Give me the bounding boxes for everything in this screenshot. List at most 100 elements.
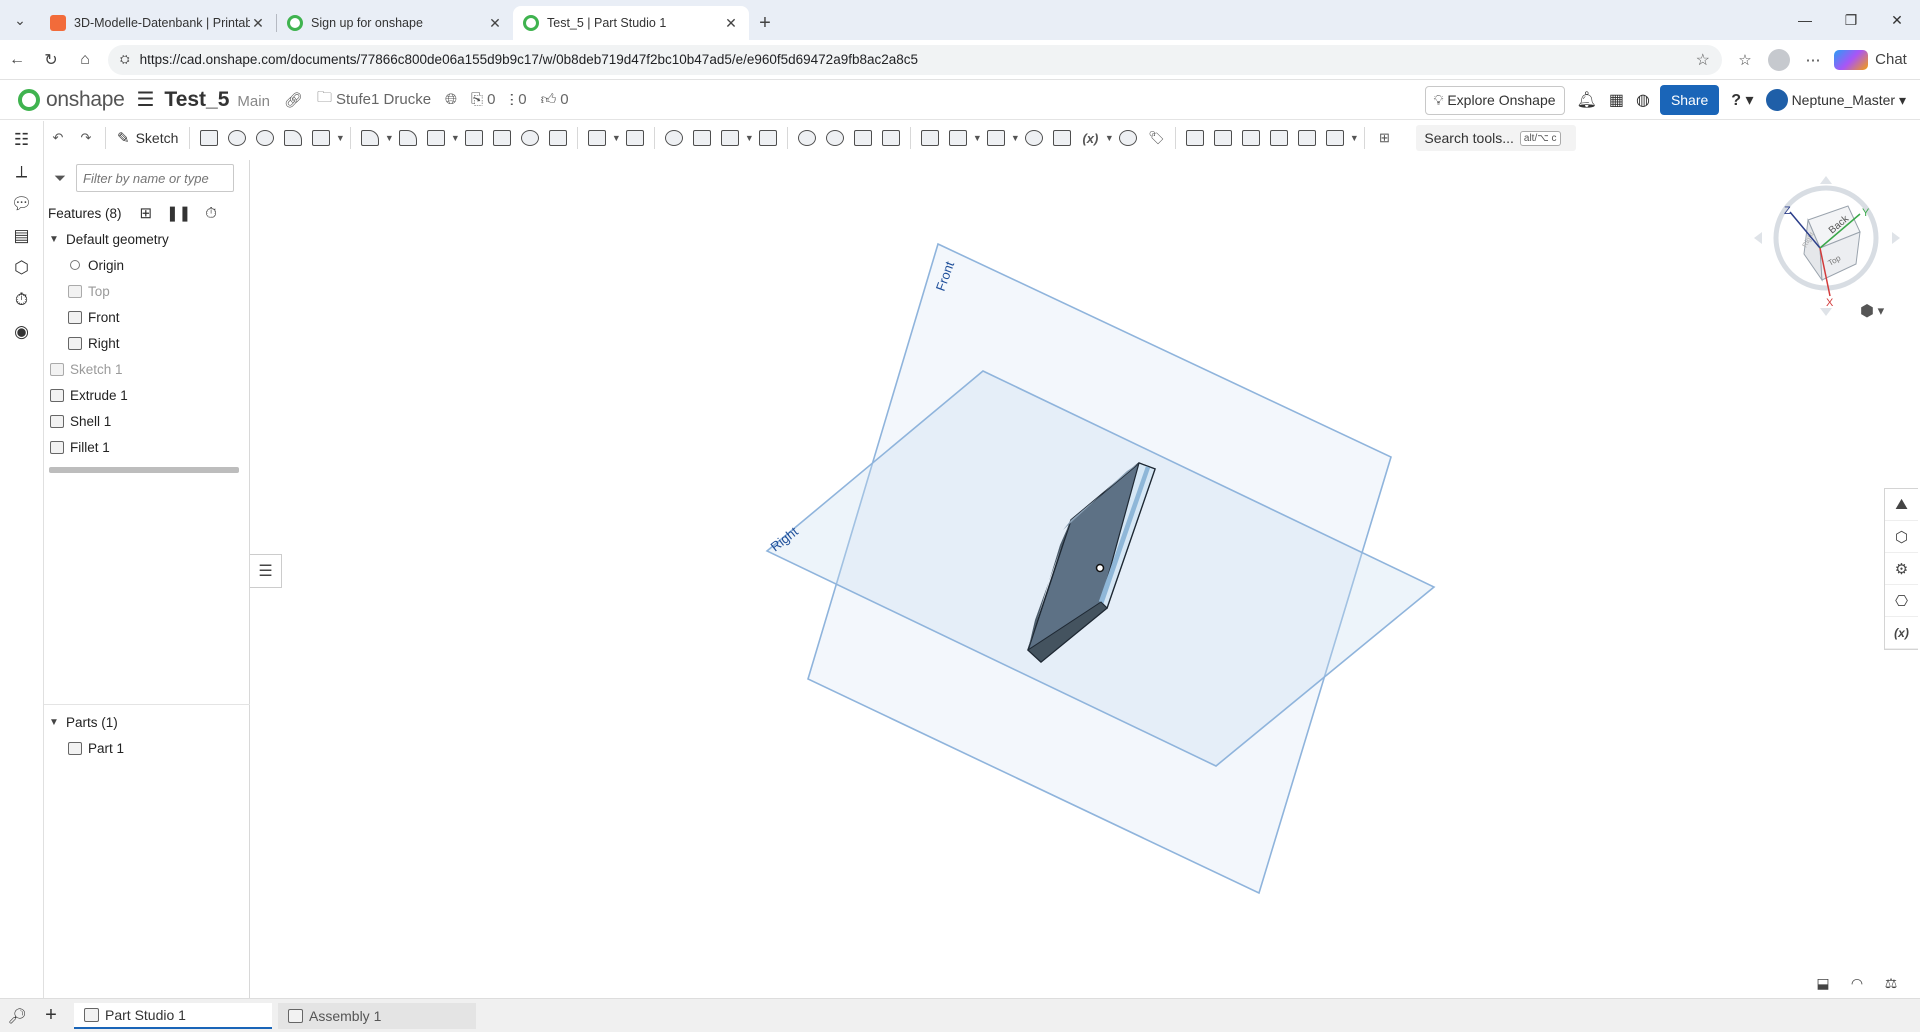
user-menu[interactable]: Neptune_Master ▾ xyxy=(1765,89,1906,111)
tab-search-chevron-icon[interactable]: ⌄ xyxy=(0,0,40,40)
display-mode-icon[interactable]: ◠ xyxy=(1840,975,1874,992)
more-menu-icon[interactable]: ⋯ xyxy=(1796,51,1830,69)
tag-icon[interactable]: 🏷︎ xyxy=(1142,124,1170,152)
folder-breadcrumb[interactable]: 🗀︎ Stufe1 Drucke xyxy=(317,87,431,112)
browser-tab-test5[interactable]: Test_5 | Part Studio 1 ✕ xyxy=(513,6,749,40)
plane-item-front[interactable]: Front xyxy=(44,304,249,330)
app-icon[interactable]: ◉ xyxy=(9,319,35,345)
draft-icon[interactable] xyxy=(422,124,450,152)
bookmark-star-icon[interactable]: ☆ xyxy=(1696,50,1710,70)
view-cube[interactable]: Back Top Right Z Y X xyxy=(1752,168,1902,318)
rib-icon[interactable] xyxy=(460,124,488,152)
app-store-icon[interactable]: ▦ xyxy=(1609,90,1624,110)
origin-item[interactable]: Origin xyxy=(44,252,249,278)
revolve-icon[interactable] xyxy=(223,124,251,152)
timer-icon[interactable]: ⏱︎ xyxy=(205,205,217,222)
reload-icon[interactable]: ↻ xyxy=(34,43,68,77)
close-tab-icon[interactable]: ✕ xyxy=(250,15,266,32)
fillet-icon[interactable] xyxy=(356,124,384,152)
share-button[interactable]: Share xyxy=(1659,85,1720,115)
delete-face-icon[interactable] xyxy=(821,124,849,152)
chevron-down-icon[interactable]: ▼ xyxy=(384,133,394,143)
cylinder-icon[interactable] xyxy=(544,124,572,152)
pattern-icon[interactable] xyxy=(583,124,611,152)
replace-face-icon[interactable] xyxy=(877,124,905,152)
extrude-icon[interactable] xyxy=(195,124,223,152)
branch-name[interactable]: Main xyxy=(237,93,270,110)
chevron-down-icon[interactable]: ▼ xyxy=(1010,133,1020,143)
new-tab-button[interactable]: + xyxy=(749,6,781,40)
configurations-icon[interactable]: ▤ xyxy=(9,223,35,249)
3d-viewport[interactable]: Front Right xyxy=(250,155,1890,995)
default-geometry-group[interactable]: ▼ Default geometry xyxy=(44,226,249,252)
plane-icon[interactable] xyxy=(916,124,944,152)
form-icon[interactable] xyxy=(1321,124,1349,152)
parts-group[interactable]: ▼ Parts (1) xyxy=(44,709,250,735)
close-tab-icon[interactable]: ✕ xyxy=(487,15,503,32)
tab-part-studio[interactable]: Part Studio 1 xyxy=(74,1002,272,1029)
view-options-dropdown[interactable]: ⬢ ▾ xyxy=(1860,301,1884,321)
restore-icon[interactable]: ❐ xyxy=(1828,0,1874,40)
variable-table-icon[interactable]: (x) xyxy=(1885,617,1918,649)
learning-center-icon[interactable]: ◍ xyxy=(1636,90,1650,110)
add-folder-icon[interactable]: ⊞ xyxy=(140,204,153,222)
history-icon[interactable]: ⏱︎ xyxy=(9,287,35,313)
pause-rollback-icon[interactable]: ❚❚ xyxy=(166,204,191,222)
url-field[interactable]: ⛭ https://cad.onshape.com/documents/7786… xyxy=(108,44,1722,75)
rotate-right-arrow-icon[interactable] xyxy=(1892,232,1900,244)
appearance-icon[interactable]: ⛰︎ xyxy=(1885,489,1918,521)
hamburger-menu-icon[interactable]: ☰ xyxy=(136,87,154,112)
split-icon[interactable] xyxy=(688,124,716,152)
chevron-down-icon[interactable]: ▼ xyxy=(744,133,754,143)
rollback-bar[interactable] xyxy=(49,467,239,473)
tab-icon[interactable] xyxy=(1265,124,1293,152)
tab-manager-icon[interactable]: 🔎︎ xyxy=(0,1007,34,1025)
search-tools-field[interactable]: Search tools... alt/⌥ c xyxy=(1416,125,1577,151)
delete-part-icon[interactable] xyxy=(754,124,782,152)
minimize-icon[interactable]: — xyxy=(1782,0,1828,40)
helix-icon[interactable] xyxy=(982,124,1010,152)
modify-fillet-icon[interactable] xyxy=(793,124,821,152)
sheet-metal-icon[interactable] xyxy=(1181,124,1209,152)
home-icon[interactable]: ⌂ xyxy=(68,43,102,77)
help-button[interactable]: ? ▾ xyxy=(1731,90,1753,110)
onshape-logo[interactable]: onshape xyxy=(18,88,125,112)
hem-icon[interactable] xyxy=(1237,124,1265,152)
loft-icon[interactable] xyxy=(279,124,307,152)
versions-button[interactable]: ⎘ 0 xyxy=(471,91,495,108)
redo-icon[interactable]: ↷ xyxy=(72,124,100,152)
feature-list-icon[interactable]: ☷ xyxy=(9,127,35,153)
chevron-down-icon[interactable]: ▼ xyxy=(1349,133,1359,143)
shell-icon[interactable] xyxy=(488,124,516,152)
comments-icon[interactable]: 💬︎ xyxy=(9,191,35,217)
variable-icon[interactable]: (x) xyxy=(1076,124,1104,152)
feature-item-sketch[interactable]: Sketch 1 xyxy=(44,356,249,382)
part-item[interactable]: Part 1 xyxy=(44,735,250,761)
feature-filter-input[interactable] xyxy=(76,164,235,192)
filter-icon[interactable]: ⏷ xyxy=(54,170,66,187)
document-name[interactable]: Test_5 xyxy=(164,88,229,112)
close-window-icon[interactable]: ✕ xyxy=(1874,0,1920,40)
profile-icon[interactable] xyxy=(1762,48,1796,71)
add-tab-button[interactable]: + xyxy=(34,1004,68,1027)
rotate-left-arrow-icon[interactable] xyxy=(1754,232,1762,244)
hole-icon[interactable] xyxy=(516,124,544,152)
feature-item-shell[interactable]: Shell 1 xyxy=(44,408,249,434)
section-view-icon[interactable]: ⬓ xyxy=(1806,975,1840,992)
like-button[interactable]: 👍︎ 0 xyxy=(541,91,569,109)
chevron-down-icon[interactable]: ▼ xyxy=(450,133,460,143)
plane-item-right[interactable]: Right xyxy=(44,330,249,356)
site-info-icon[interactable]: ⛭ xyxy=(120,52,130,67)
back-icon[interactable]: ← xyxy=(0,43,34,77)
plane-item-top[interactable]: Top xyxy=(44,278,249,304)
mirror-icon[interactable] xyxy=(621,124,649,152)
thicken-icon[interactable] xyxy=(307,124,335,152)
flange-icon[interactable] xyxy=(1209,124,1237,152)
origin-marker[interactable] xyxy=(1095,563,1105,573)
chevron-down-icon[interactable]: ▼ xyxy=(335,133,345,143)
rotate-up-arrow-icon[interactable] xyxy=(1820,176,1832,184)
chevron-down-icon[interactable]: ▼ xyxy=(46,234,62,245)
rotate-down-arrow-icon[interactable] xyxy=(1820,308,1832,316)
measure-icon[interactable]: ⚖︎ xyxy=(1874,975,1908,992)
mate-connector-icon[interactable] xyxy=(944,124,972,152)
